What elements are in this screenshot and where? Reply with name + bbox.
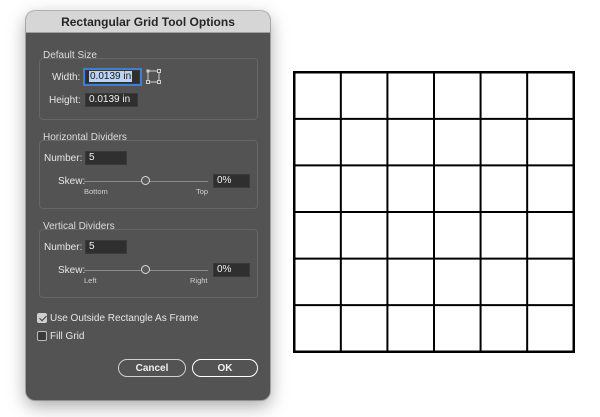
grid-preview [293, 71, 575, 358]
h-skew-min-hint: Bottom [84, 187, 108, 196]
h-skew-max-hint: Top [196, 187, 209, 196]
v-number-field[interactable]: 5 [85, 240, 127, 254]
dialog-titlebar[interactable]: Rectangular Grid Tool Options [26, 11, 270, 33]
height-field[interactable]: 0.0139 in [85, 93, 138, 107]
reference-point-icon[interactable] [146, 69, 161, 84]
cancel-button[interactable]: Cancel [118, 359, 186, 377]
rectangular-grid-artwork[interactable] [293, 71, 575, 353]
use-outside-rect-checkbox[interactable] [37, 313, 47, 323]
v-skew-max-hint: Right [190, 276, 208, 285]
ok-button[interactable]: OK [192, 359, 258, 377]
width-label: Width: [52, 72, 81, 83]
v-skew-field[interactable]: 0% [213, 263, 250, 277]
h-number-label: Number: [44, 153, 83, 164]
dialog-title: Rectangular Grid Tool Options [61, 14, 235, 29]
v-skew-min-hint: Left [84, 276, 97, 285]
v-number-label: Number: [44, 242, 83, 253]
fill-grid-label: Fill Grid [50, 331, 85, 342]
use-outside-rect-label: Use Outside Rectangle As Frame [50, 313, 199, 324]
v-skew-slider-thumb[interactable] [141, 265, 150, 274]
width-field[interactable]: 0.0139 in [83, 68, 142, 86]
h-number-field[interactable]: 5 [85, 151, 127, 165]
default-size-group [39, 58, 258, 120]
grid-tool-options-dialog: Rectangular Grid Tool Options Default Si… [26, 11, 270, 400]
h-skew-label: Skew: [58, 176, 86, 187]
h-skew-field[interactable]: 0% [213, 174, 250, 188]
v-skew-label: Skew: [58, 265, 86, 276]
fill-grid-checkbox[interactable] [37, 331, 47, 341]
h-skew-slider-thumb[interactable] [141, 176, 150, 185]
height-label: Height: [49, 95, 81, 106]
